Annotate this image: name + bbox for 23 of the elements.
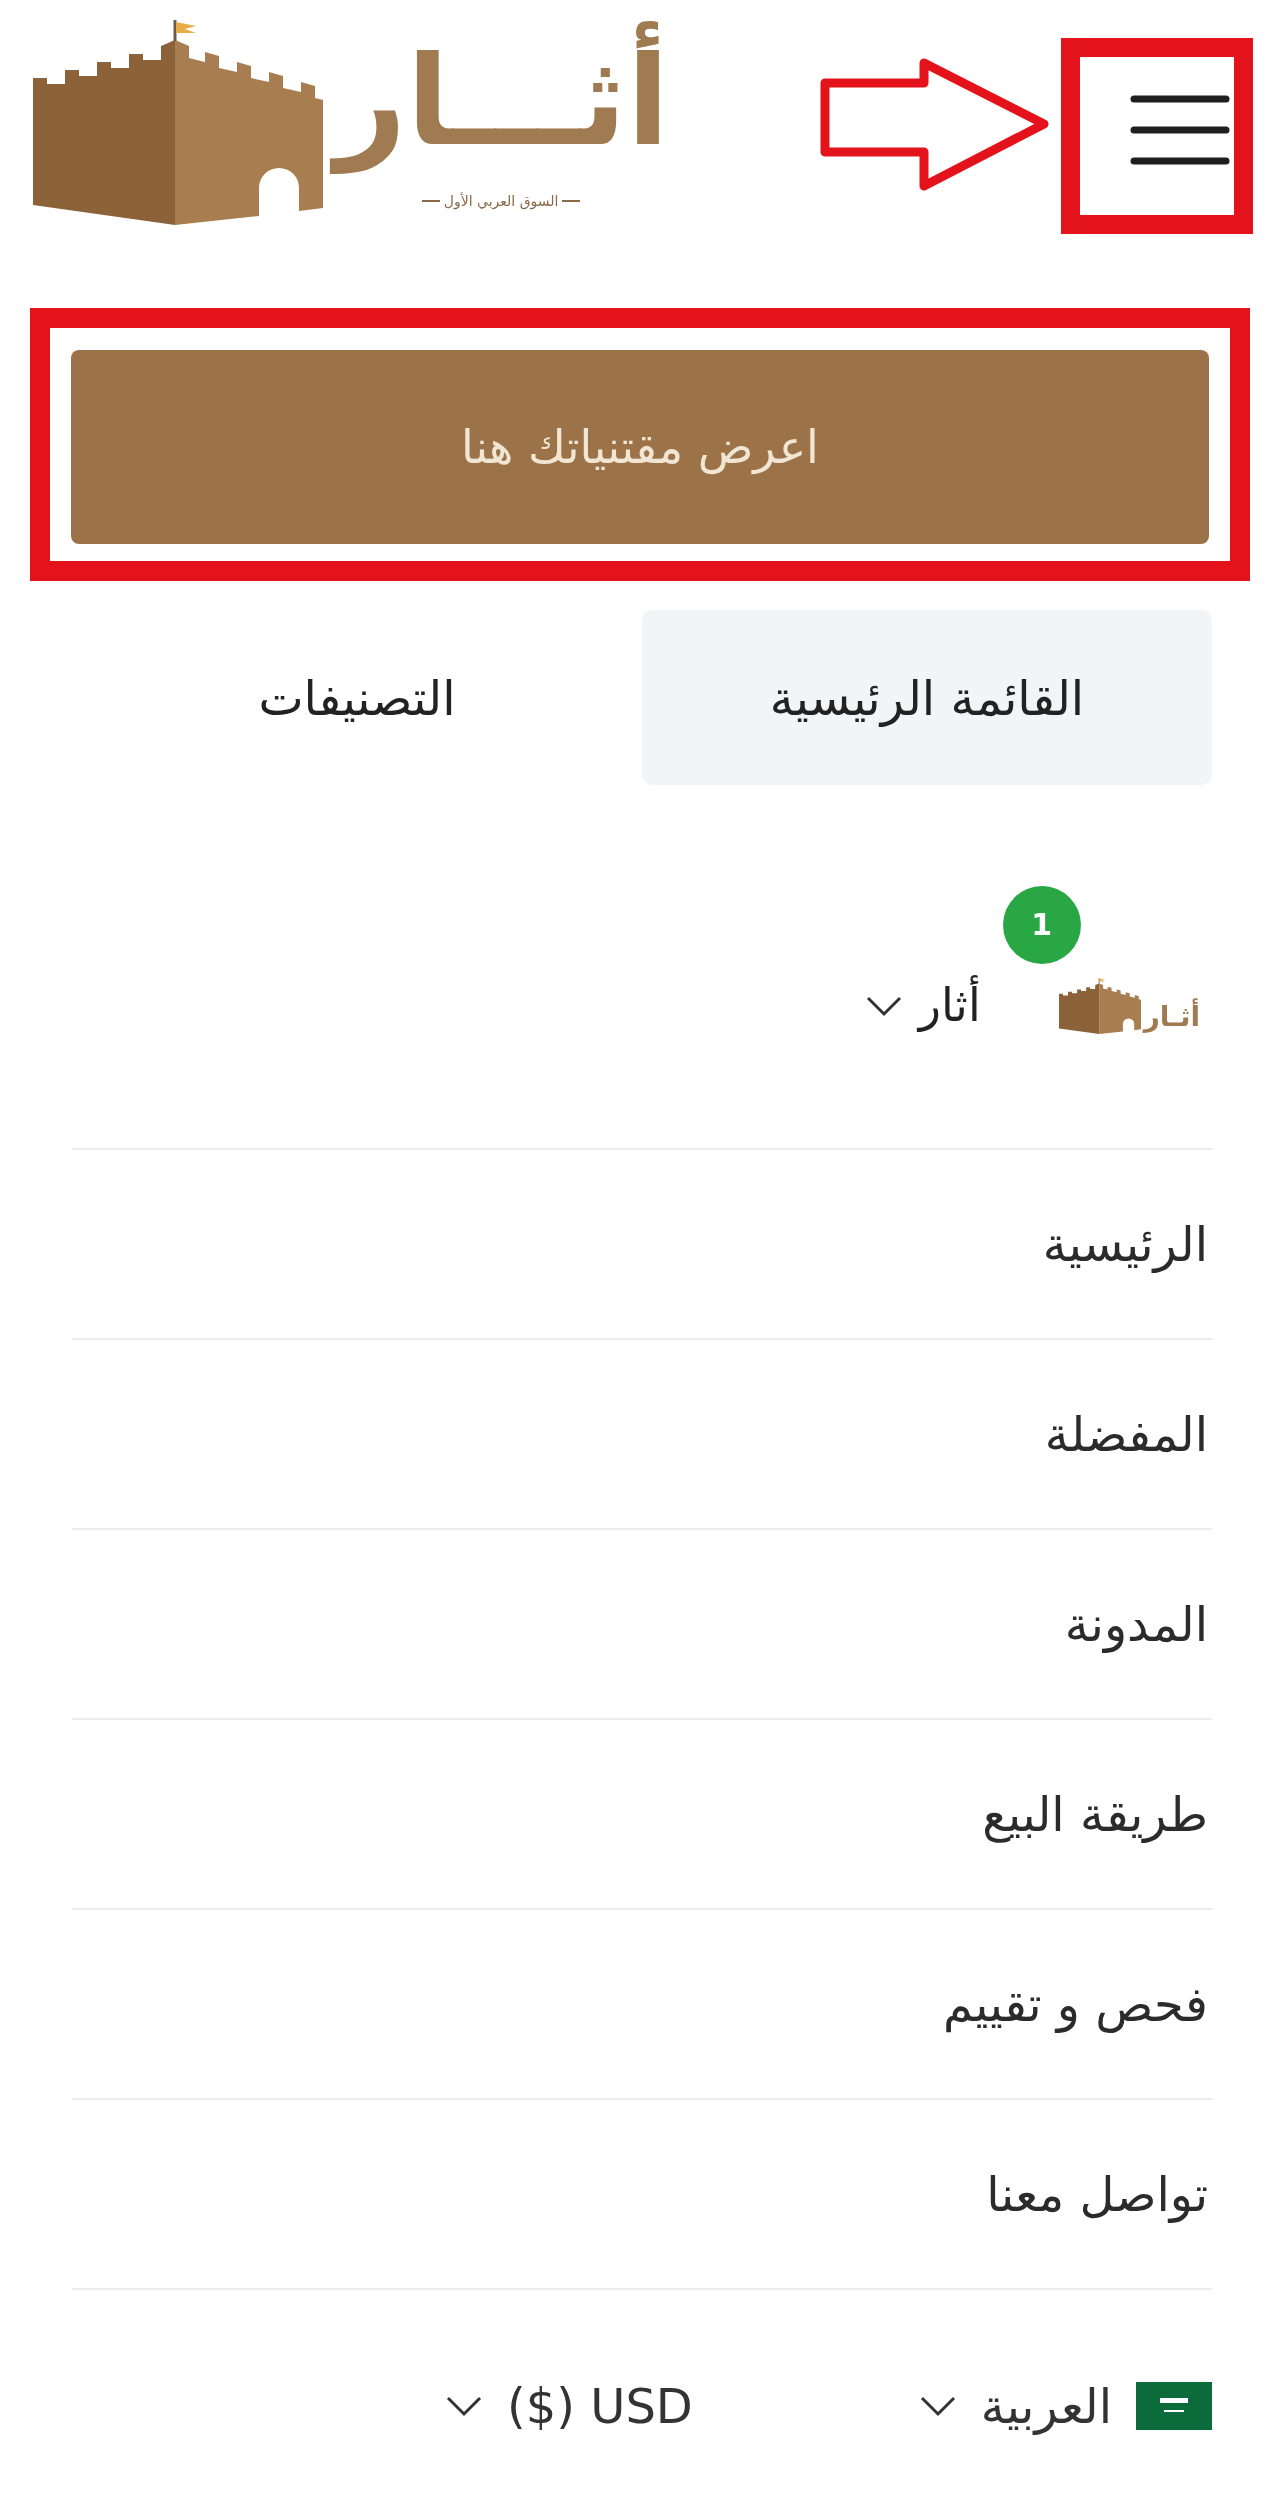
- language-selector[interactable]: العربية: [918, 2370, 1212, 2442]
- currency-selector[interactable]: ($) USD: [445, 2370, 693, 2442]
- menu-icon: [1130, 95, 1230, 165]
- menu-link[interactable]: تواصل معنا: [986, 2158, 1212, 2230]
- menu-link[interactable]: المدونة: [1064, 1588, 1212, 1660]
- flag-icon: [1136, 2382, 1212, 2430]
- logo-wordmark: أثـــار: [323, 12, 680, 188]
- account-menu-button[interactable]: أثار: [864, 971, 981, 1040]
- menu-link[interactable]: الرئيسية: [1042, 1208, 1212, 1280]
- menu-link[interactable]: طريقة البيع: [982, 1778, 1212, 1850]
- chevron-down-icon: [918, 2395, 957, 2417]
- chevron-down-icon: [445, 2395, 483, 2417]
- tab[interactable]: القائمة الرئيسية: [642, 610, 1212, 785]
- menu-link[interactable]: فحص و تقييم: [943, 1968, 1212, 2040]
- count-badge: 1: [1002, 885, 1081, 964]
- chevron-down-icon: [864, 994, 903, 1017]
- castle-logo-icon: [1058, 977, 1141, 1034]
- tab[interactable]: التصنيفات: [72, 610, 642, 785]
- castle-logo-icon: [33, 20, 323, 225]
- menu-link[interactable]: المفضلة: [1044, 1398, 1212, 1470]
- menu-button[interactable]: [1130, 95, 1230, 165]
- avatar-wordmark: أثـار: [1143, 999, 1200, 1034]
- logo-tagline: السوق العربي الأول: [443, 191, 559, 210]
